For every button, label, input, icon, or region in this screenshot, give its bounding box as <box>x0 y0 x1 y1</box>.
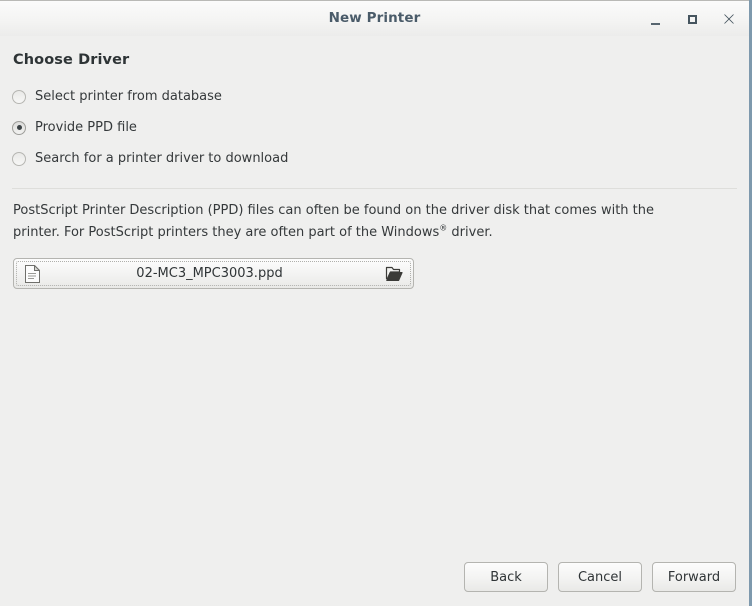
ppd-description-text-end: driver. <box>447 225 493 240</box>
ppd-description: PostScript Printer Description (PPD) fil… <box>13 200 703 244</box>
titlebar: New Printer <box>0 0 749 36</box>
back-button[interactable]: Back <box>464 562 548 592</box>
dialog-action-bar: Back Cancel Forward <box>464 562 736 592</box>
minimize-icon[interactable] <box>645 9 665 29</box>
close-icon[interactable] <box>719 9 739 29</box>
maximize-icon[interactable] <box>682 9 702 29</box>
radio-label: Select printer from database <box>35 89 222 104</box>
open-folder-icon[interactable] <box>382 265 406 282</box>
radio-label: Provide PPD file <box>35 120 137 135</box>
dialog-content: Choose Driver Select printer from databa… <box>0 36 749 606</box>
ppd-description-text: PostScript Printer Description (PPD) fil… <box>13 203 654 240</box>
radio-option-search-driver-download[interactable]: Search for a printer driver to download <box>12 147 737 170</box>
page-title: Choose Driver <box>13 52 130 68</box>
radio-icon <box>12 89 26 104</box>
section-divider <box>12 188 737 189</box>
new-printer-window: New Printer Choose Driver Select printer… <box>0 0 752 606</box>
forward-button[interactable]: Forward <box>652 562 736 592</box>
window-controls <box>645 1 739 37</box>
driver-source-radio-group: Select printer from database Provide PPD… <box>12 85 737 170</box>
radio-option-select-from-database[interactable]: Select printer from database <box>12 85 737 108</box>
ppd-file-chooser-button[interactable]: 02-MC3_MPC3003.ppd <box>13 258 414 289</box>
document-icon <box>21 264 43 283</box>
radio-label: Search for a printer driver to download <box>35 151 289 166</box>
cancel-button[interactable]: Cancel <box>558 562 642 592</box>
selected-filename: 02-MC3_MPC3003.ppd <box>136 266 283 281</box>
radio-icon <box>12 151 26 166</box>
radio-selected-icon <box>12 120 26 135</box>
radio-option-provide-ppd-file[interactable]: Provide PPD file <box>12 116 737 139</box>
window-title: New Printer <box>328 10 421 26</box>
